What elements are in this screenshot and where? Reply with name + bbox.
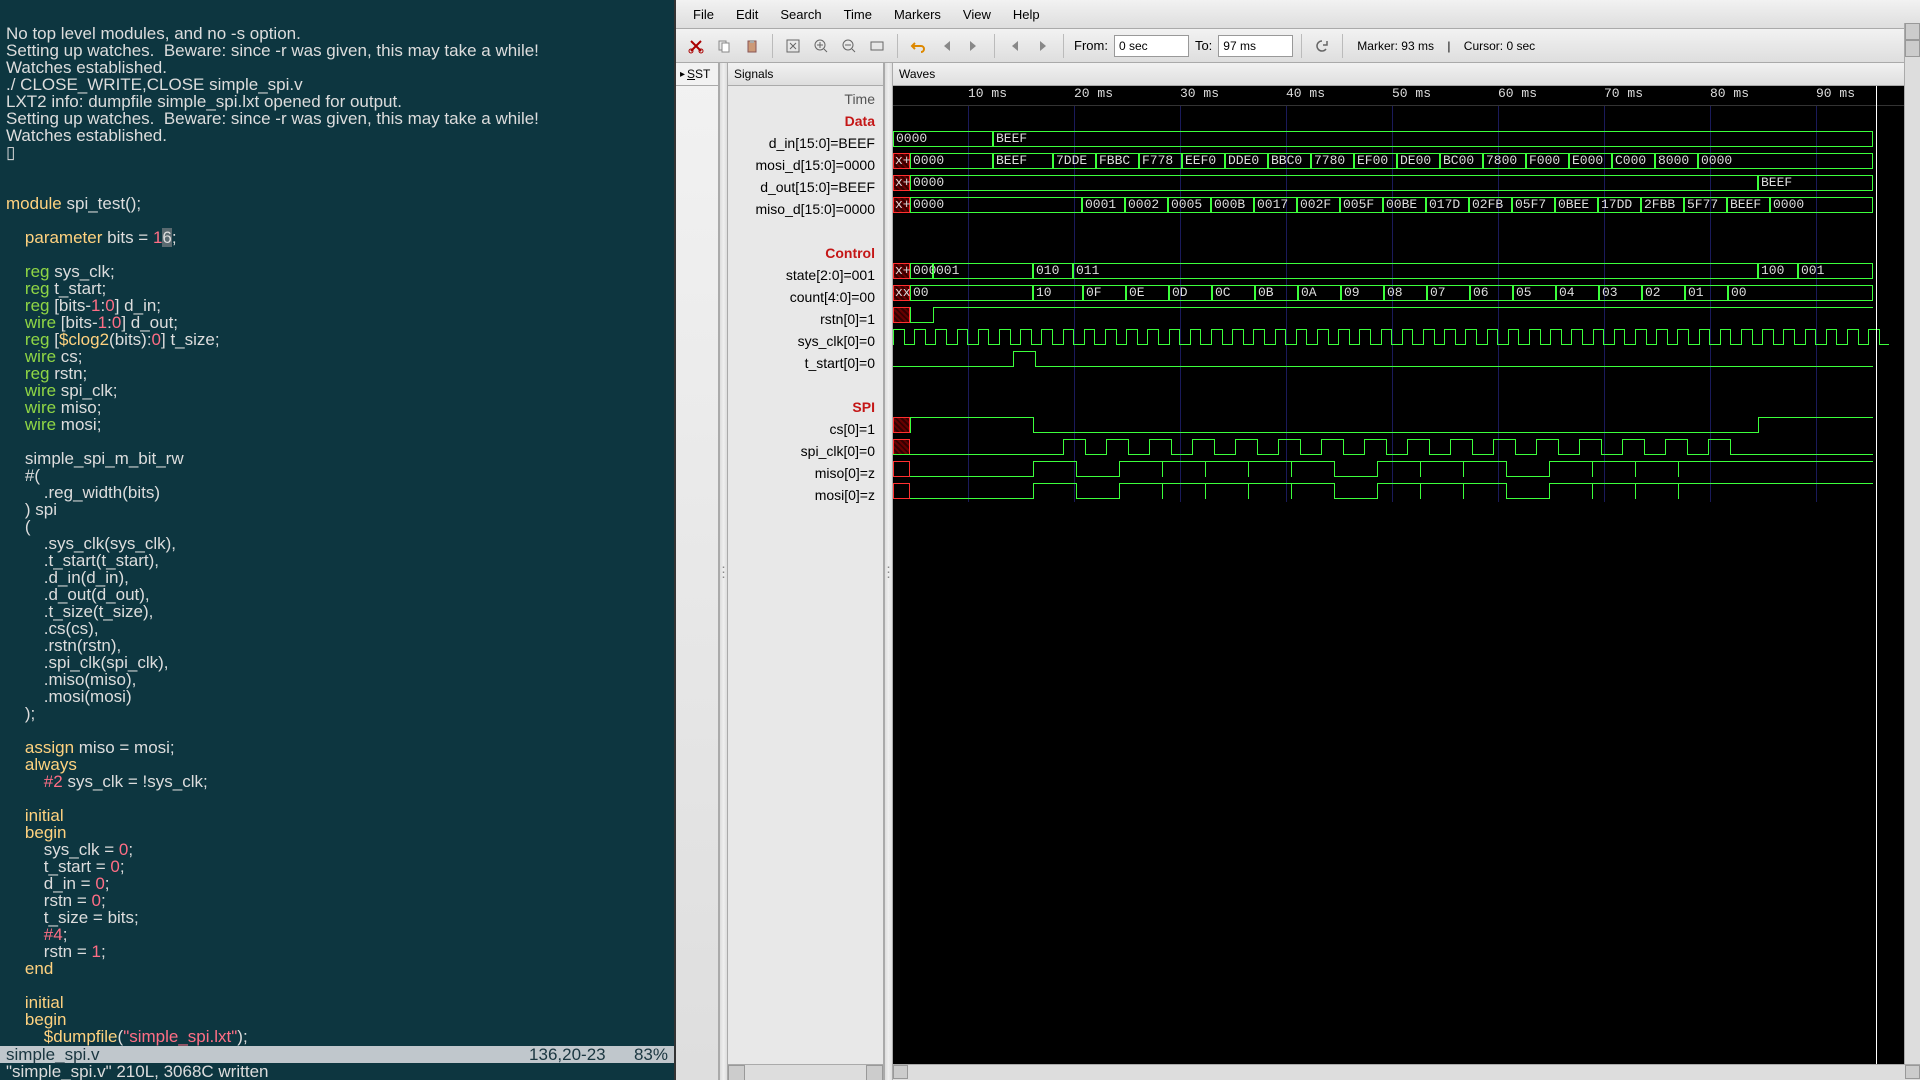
main-area: SST Signals Time Datad_in[15:0]=BEEFmosi… bbox=[676, 63, 1920, 1080]
signal-item[interactable]: t_start[0]=0 bbox=[728, 352, 875, 374]
menu-markers[interactable]: Markers bbox=[885, 4, 950, 25]
wave-row[interactable] bbox=[893, 414, 1920, 436]
signal-item[interactable]: miso[0]=z bbox=[728, 462, 875, 484]
wave-rows[interactable]: 0000BEEFx+0000BEEF7DDEFBBCF778EEF0DDE0BB… bbox=[893, 106, 1920, 502]
signals-hscroll[interactable] bbox=[728, 1064, 883, 1080]
wave-canvas[interactable]: 10 ms 20 ms 30 ms 40 ms 50 ms 60 ms 70 ms 80 ms… bbox=[893, 86, 1920, 1064]
wave-row[interactable] bbox=[893, 348, 1920, 370]
wave-row[interactable]: 0000BEEF bbox=[893, 128, 1920, 150]
signal-item[interactable]: cs[0]=1 bbox=[728, 418, 875, 440]
prev-icon[interactable] bbox=[1003, 34, 1027, 58]
ruler-tick: 60 ms bbox=[1498, 86, 1537, 101]
zoom-undo-icon[interactable] bbox=[865, 34, 889, 58]
to-label: To: bbox=[1195, 38, 1212, 53]
signal-item[interactable]: rstn[0]=1 bbox=[728, 308, 875, 330]
toolbar: From: To: Marker: 93 ms | Cursor: 0 sec bbox=[676, 29, 1920, 63]
terminal-output: No top level modules, and no -s option. … bbox=[6, 25, 668, 1045]
signal-group-spi: SPI bbox=[728, 396, 875, 418]
marker-line[interactable] bbox=[1876, 86, 1877, 1064]
zoom-fit-icon[interactable] bbox=[781, 34, 805, 58]
signal-item[interactable]: sys_clk[0]=0 bbox=[728, 330, 875, 352]
reload-icon[interactable] bbox=[1310, 34, 1334, 58]
ruler-tick: 90 ms bbox=[1816, 86, 1855, 101]
wave-row[interactable] bbox=[893, 436, 1920, 458]
vim-statusline: simple_spi.v136,20-23 83% bbox=[0, 1046, 674, 1063]
status-sep: | bbox=[1444, 39, 1454, 53]
ruler-tick: 30 ms bbox=[1180, 86, 1219, 101]
waves-hscroll[interactable] bbox=[893, 1064, 1920, 1080]
terminal-pane[interactable]: No top level modules, and no -s option. … bbox=[0, 0, 674, 1080]
ruler-tick: 20 ms bbox=[1074, 86, 1113, 101]
menu-help[interactable]: Help bbox=[1004, 4, 1049, 25]
signal-item[interactable]: count[4:0]=00 bbox=[728, 286, 875, 308]
menu-search[interactable]: Search bbox=[771, 4, 830, 25]
signal-group-control: Control bbox=[728, 242, 875, 264]
waves-header: Waves bbox=[893, 63, 1920, 86]
signal-item[interactable]: spi_clk[0]=0 bbox=[728, 440, 875, 462]
wave-row[interactable]: x+000001010011100001 bbox=[893, 260, 1920, 282]
cut-icon[interactable] bbox=[684, 34, 708, 58]
signal-item[interactable]: miso_d[15:0]=0000 bbox=[728, 198, 875, 220]
signals-panel: Signals Time Datad_in[15:0]=BEEFmosi_d[1… bbox=[728, 63, 884, 1080]
signal-item[interactable]: d_out[15:0]=BEEF bbox=[728, 176, 875, 198]
waves-panel: Waves 10 ms 20 ms 30 ms 40 ms 50 ms 60 ms 70 m… bbox=[893, 63, 1920, 1080]
from-input[interactable] bbox=[1114, 35, 1189, 57]
ruler-tick: 10 ms bbox=[968, 86, 1007, 101]
signals-list[interactable]: Time Datad_in[15:0]=BEEFmosi_d[15:0]=000… bbox=[728, 86, 883, 1064]
menu-edit[interactable]: Edit bbox=[727, 4, 767, 25]
zoom-in-icon[interactable] bbox=[809, 34, 833, 58]
from-label: From: bbox=[1074, 38, 1108, 53]
sst-header[interactable]: SST bbox=[676, 63, 718, 86]
signals-header: Signals bbox=[728, 63, 883, 86]
signal-item[interactable]: mosi[0]=z bbox=[728, 484, 875, 506]
menu-time[interactable]: Time bbox=[835, 4, 881, 25]
vim-message: "simple_spi.v" 210L, 3068C written bbox=[0, 1063, 674, 1080]
cursor-status: Cursor: 0 sec bbox=[1464, 39, 1535, 53]
wave-row[interactable] bbox=[893, 326, 1920, 348]
splitter-1[interactable] bbox=[719, 63, 728, 1080]
menubar: File Edit Search Time Markers View Help bbox=[676, 0, 1920, 29]
signal-time: Time bbox=[728, 88, 875, 110]
ruler-tick: 80 ms bbox=[1710, 86, 1749, 101]
last-icon[interactable] bbox=[962, 34, 986, 58]
wave-row[interactable] bbox=[893, 458, 1920, 480]
time-ruler[interactable]: 10 ms 20 ms 30 ms 40 ms 50 ms 60 ms 70 ms 80 ms… bbox=[893, 86, 1920, 106]
ruler-tick: 50 ms bbox=[1392, 86, 1431, 101]
wave-row[interactable]: x+0000000100020005000B0017002F005F00BE01… bbox=[893, 194, 1920, 216]
signal-item[interactable]: mosi_d[15:0]=0000 bbox=[728, 154, 875, 176]
marker-status: Marker: 93 ms bbox=[1357, 39, 1434, 53]
zoom-out-icon[interactable] bbox=[837, 34, 861, 58]
waves-vscroll[interactable] bbox=[1904, 63, 1920, 1064]
ruler-tick: 70 ms bbox=[1604, 86, 1643, 101]
signal-group-data: Data bbox=[728, 110, 875, 132]
wave-row[interactable]: xx00100F0E0D0C0B0A09080706050403020100 bbox=[893, 282, 1920, 304]
copy-icon[interactable] bbox=[712, 34, 736, 58]
undo-icon[interactable] bbox=[906, 34, 930, 58]
gtkwave-app: File Edit Search Time Markers View Help … bbox=[674, 0, 1920, 1080]
signal-item[interactable]: d_in[15:0]=BEEF bbox=[728, 132, 875, 154]
next-icon[interactable] bbox=[1031, 34, 1055, 58]
wave-row[interactable]: x+0000BEEF7DDEFBBCF778EEF0DDE0BBC07780EF… bbox=[893, 150, 1920, 172]
sst-panel[interactable]: SST bbox=[676, 63, 719, 1080]
wave-row[interactable] bbox=[893, 304, 1920, 326]
menu-file[interactable]: File bbox=[684, 4, 723, 25]
menu-view[interactable]: View bbox=[954, 4, 1000, 25]
wave-row[interactable] bbox=[893, 480, 1920, 502]
first-icon[interactable] bbox=[934, 34, 958, 58]
ruler-tick: 40 ms bbox=[1286, 86, 1325, 101]
splitter-2[interactable] bbox=[884, 63, 893, 1080]
signal-item[interactable]: state[2:0]=001 bbox=[728, 264, 875, 286]
to-input[interactable] bbox=[1218, 35, 1293, 57]
paste-icon[interactable] bbox=[740, 34, 764, 58]
wave-row[interactable]: x+0000BEEF bbox=[893, 172, 1920, 194]
